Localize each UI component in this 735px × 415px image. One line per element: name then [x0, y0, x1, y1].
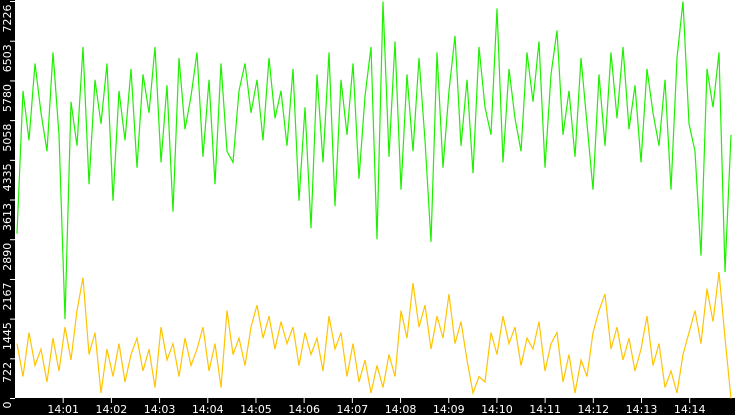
plot-area [15, 0, 735, 398]
x-tick-label: 14:14 [674, 403, 706, 415]
y-tick-label: 6503 [1, 44, 14, 72]
x-tick-label: 14:08 [385, 403, 417, 415]
time-series-chart: 0 722 1445 2167 2890 3613 4335 5058 5780 6503 7226… [0, 0, 735, 415]
y-tick-label: 1445 [1, 322, 14, 350]
x-tick-label: 14:01 [47, 403, 79, 415]
x-tick-label: 14:13 [626, 403, 658, 415]
x-tick-label: 14:12 [577, 403, 609, 415]
x-tick-label: 14:09 [433, 403, 465, 415]
x-tick-label: 14:05 [240, 403, 272, 415]
y-tick-label: 2167 [1, 282, 14, 310]
y-tick-label: 5780 [1, 84, 14, 112]
y-tick-label: 5058 [1, 124, 14, 152]
y-tick-label: 0 [1, 402, 14, 409]
x-tick-label: 14:02 [96, 403, 128, 415]
y-tick-label: 4335 [1, 163, 14, 191]
y-axis: 0 722 1445 2167 2890 3613 4335 5058 5780 6503 7226 [1, 1, 15, 409]
x-tick-label: 14:03 [144, 403, 176, 415]
y-tick-label: 3613 [1, 203, 14, 231]
x-tick-label: 14:11 [529, 403, 561, 415]
y-tick-label: 7226 [1, 5, 14, 33]
x-tick-label: 14:10 [481, 403, 513, 415]
x-tick-label: 14:06 [288, 403, 320, 415]
y-tick-label: 2890 [1, 243, 14, 271]
y-tick-label: 722 [1, 362, 14, 383]
x-tick-label: 14:07 [336, 403, 368, 415]
x-tick-label: 14:04 [192, 403, 224, 415]
